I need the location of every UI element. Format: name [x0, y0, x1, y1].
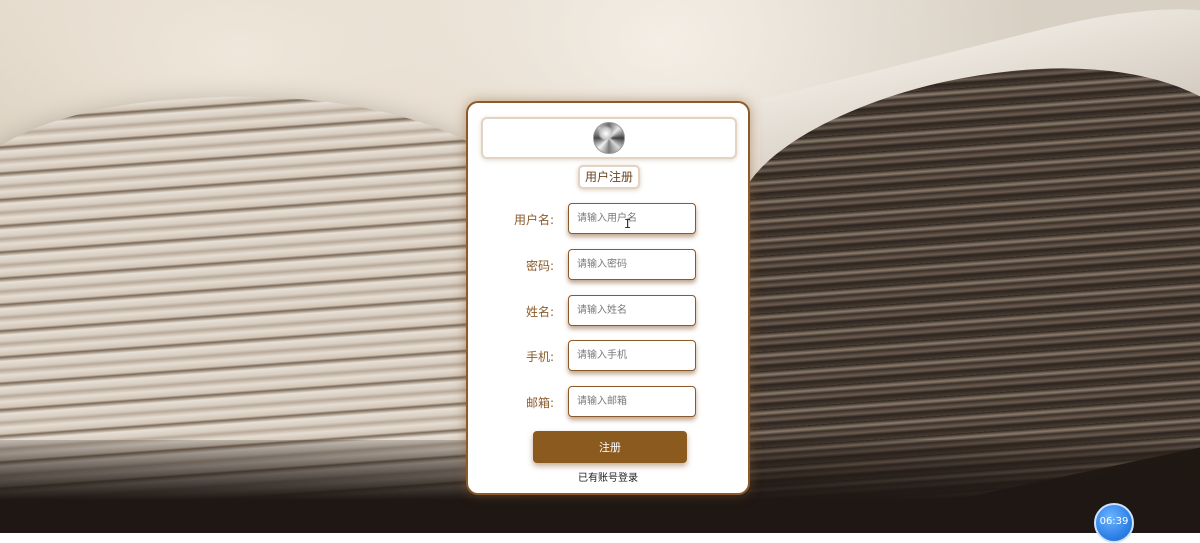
- name-field[interactable]: [568, 295, 696, 326]
- password-field[interactable]: [568, 249, 696, 280]
- register-button[interactable]: 注册: [533, 431, 687, 463]
- logo-box: [481, 117, 737, 159]
- phone-label: 手机:: [525, 350, 554, 364]
- name-label: 姓名:: [525, 305, 554, 319]
- phone-field[interactable]: [568, 340, 696, 371]
- clock-badge[interactable]: 06:39: [1094, 503, 1134, 543]
- page-title: 用户注册: [578, 165, 640, 189]
- username-label: 用户名:: [513, 213, 554, 227]
- email-field[interactable]: [568, 386, 696, 417]
- username-field[interactable]: [568, 203, 696, 234]
- text-cursor-icon: I: [624, 217, 632, 231]
- password-label: 密码:: [525, 259, 554, 273]
- register-card: 用户注册 用户名: 密码: 姓名: 手机: 邮箱: 注册 已有账号登录: [466, 101, 750, 495]
- email-label: 邮箱:: [525, 396, 554, 410]
- login-link[interactable]: 已有账号登录: [468, 469, 748, 484]
- avatar: [593, 122, 625, 154]
